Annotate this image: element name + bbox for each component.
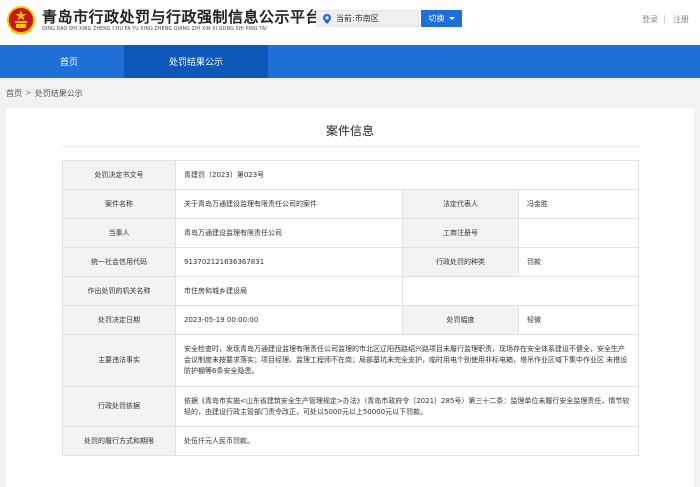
case-name-label: 案件名称	[62, 189, 176, 219]
party-label: 当事人	[62, 218, 176, 248]
penalty-type-label: 行政处罚的种类	[402, 247, 519, 277]
decision-no-value: 青建罚〔2023〕第023号	[174, 160, 640, 190]
map-pin-icon	[323, 13, 331, 24]
authority-value: 市住房和城乡建设局	[175, 276, 403, 306]
title-divider	[62, 146, 638, 147]
violation-label: 主要违法事实	[62, 334, 176, 387]
biz-reg-label: 工商注册号	[402, 218, 519, 248]
performance-label: 处罚的履行方式和期限	[62, 426, 176, 456]
breadcrumb-current: 处罚结果公示	[34, 89, 83, 98]
nav-item-home[interactable]: 首页	[14, 45, 124, 78]
credit-code-label: 统一社会信用代码	[62, 247, 176, 277]
violation-value: 安全检查时，发现青岛万通建设监理有限责任公司监理的市北区辽阳西路绍兴路项目未履行…	[174, 334, 640, 387]
switch-location-button[interactable]: 切换	[421, 10, 462, 27]
table-row: 当事人 青岛万通建设监理有限责任公司 工商注册号	[62, 218, 640, 248]
legal-rep-value: 冯金胜	[517, 189, 640, 219]
decision-no-label: 处罚决定书文号	[62, 160, 176, 190]
table-row: 处罚决定日期 2023-05-19 00:00:00 处罚幅度 轻微	[62, 305, 640, 335]
basis-label: 行政处罚依据	[62, 386, 176, 427]
card-title: 案件信息	[325, 124, 374, 138]
auth-separator: |	[663, 14, 666, 23]
site-title: 青岛市行政处罚与行政强制信息公示平台	[42, 8, 322, 26]
table-row: 统一社会信用代码 913702121636367831 行政处罚的种类 罚款	[62, 247, 640, 277]
performance-value: 处伍仟元人民币罚款。	[174, 426, 640, 456]
site-header: 青岛市行政处罚与行政强制信息公示平台 QING DAO SHI XING ZHE…	[0, 0, 700, 45]
basis-value: 依据《青岛市实施<山东省建筑安全生产管理规定>办法》（青岛市政府令〔2021〕2…	[174, 386, 640, 427]
decision-date-label: 处罚决定日期	[62, 305, 176, 335]
breadcrumb-home[interactable]: 首页	[6, 88, 22, 99]
table-row: 案件名称 关于青岛万通建设监理有限责任公司的案件 法定代表人 冯金胜	[62, 189, 640, 219]
caret-down-icon	[448, 17, 455, 20]
current-location: 当前:市南区	[316, 10, 419, 27]
credit-code-value: 913702121636367831	[175, 247, 403, 277]
case-info-card: 案件信息 处罚决定书文号 青建罚〔2023〕第023号 案件名称 关于青岛万通建…	[6, 108, 694, 487]
legal-rep-label: 法定代表人	[402, 189, 519, 219]
table-row: 处罚决定书文号 青建罚〔2023〕第023号	[62, 160, 640, 190]
penalty-type-value: 罚款	[517, 247, 640, 277]
site-subtitle: QING DAO SHI XING ZHENG CHU FA YU XING Z…	[42, 26, 267, 32]
case-name-value: 关于青岛万通建设监理有限责任公司的案件	[175, 189, 403, 219]
table-row: 处罚的履行方式和期限 处伍仟元人民币罚款。	[62, 426, 640, 456]
main-nav: 首页 处罚结果公示	[0, 45, 700, 78]
breadcrumb-separator: >	[25, 88, 32, 97]
breadcrumb: 首页 > 处罚结果公示	[6, 88, 83, 99]
login-link[interactable]: 登录	[642, 14, 658, 25]
table-row: 作出处罚的机关名称 市住房和城乡建设局	[62, 276, 640, 306]
party-value: 青岛万通建设监理有限责任公司	[175, 218, 403, 248]
biz-reg-value	[517, 218, 640, 248]
table-row: 主要违法事实 安全检查时，发现青岛万通建设监理有限责任公司监理的市北区辽阳西路绍…	[62, 334, 640, 387]
penalty-range-label: 处罚幅度	[402, 305, 519, 335]
penalty-range-value: 轻微	[517, 305, 640, 335]
location-text: 当前:市南区	[336, 14, 379, 23]
case-info-table: 处罚决定书文号 青建罚〔2023〕第023号 案件名称 关于青岛万通建设监理有限…	[62, 160, 640, 456]
table-row: 行政处罚依据 依据《青岛市实施<山东省建筑安全生产管理规定>办法》（青岛市政府令…	[62, 386, 640, 427]
nav-item-penalty-results[interactable]: 处罚结果公示	[124, 45, 268, 78]
authority-label: 作出处罚的机关名称	[62, 276, 176, 306]
switch-label: 切换	[428, 14, 445, 23]
national-emblem-icon	[7, 6, 35, 35]
register-link[interactable]: 注册	[673, 14, 689, 25]
decision-date-value: 2023-05-19 00:00:00	[175, 305, 403, 335]
empty-cell	[401, 276, 640, 306]
